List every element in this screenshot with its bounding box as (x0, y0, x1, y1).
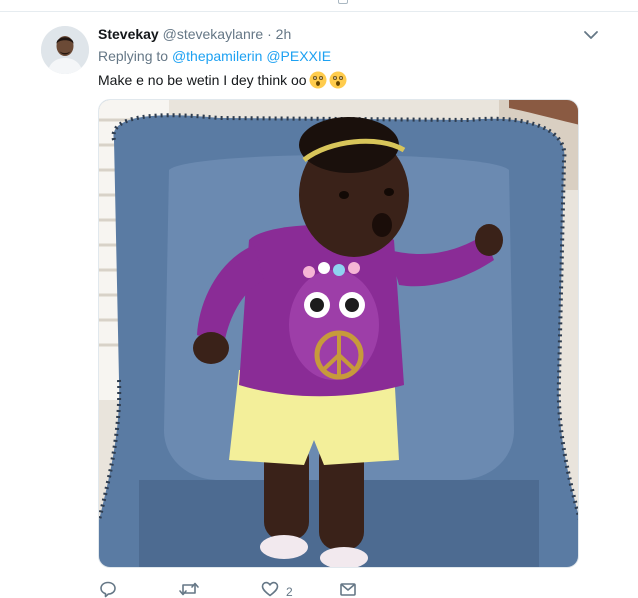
replying-to: Replying to @thepamilerin @PEXXIE (98, 47, 331, 65)
reply-action[interactable] (98, 579, 124, 598)
reply-icon[interactable] (98, 579, 118, 598)
direct-message-icon[interactable] (338, 579, 358, 598)
replying-to-label: Replying to (98, 48, 169, 64)
separator-dot: · (267, 26, 272, 42)
retweet-icon[interactable] (178, 579, 200, 598)
display-name[interactable]: Stevekay (98, 26, 159, 42)
astonished-face-emoji (329, 71, 347, 89)
user-handle[interactable]: @stevekaylanre (163, 26, 264, 42)
astonished-face-emoji (309, 71, 327, 89)
like-icon[interactable] (260, 579, 280, 598)
previous-tweet-edge (0, 0, 638, 12)
like-count: 2 (286, 584, 293, 598)
chevron-down-icon[interactable] (582, 28, 600, 42)
avatar[interactable] (41, 26, 89, 74)
mention-link[interactable]: @PEXXIE (266, 48, 331, 64)
mention-link[interactable]: @thepamilerin (172, 48, 262, 64)
direct-message-action[interactable] (338, 579, 364, 598)
tweet-photo[interactable] (98, 99, 579, 568)
tweet-text-body: Make e no be wetin I dey think oo (98, 72, 307, 88)
timestamp[interactable]: 2h (276, 26, 292, 42)
retweet-action[interactable] (178, 579, 206, 598)
previous-tweet-dm-icon[interactable] (338, 0, 348, 4)
tweet[interactable]: Stevekay @stevekaylanre · 2h Replying to… (0, 13, 638, 598)
tweet-actions: 2 (98, 579, 428, 598)
like-action[interactable]: 2 (260, 579, 293, 598)
tweet-header: Stevekay @stevekaylanre · 2h (98, 25, 291, 43)
tweet-text: Make e no be wetin I dey think oo (98, 70, 347, 90)
